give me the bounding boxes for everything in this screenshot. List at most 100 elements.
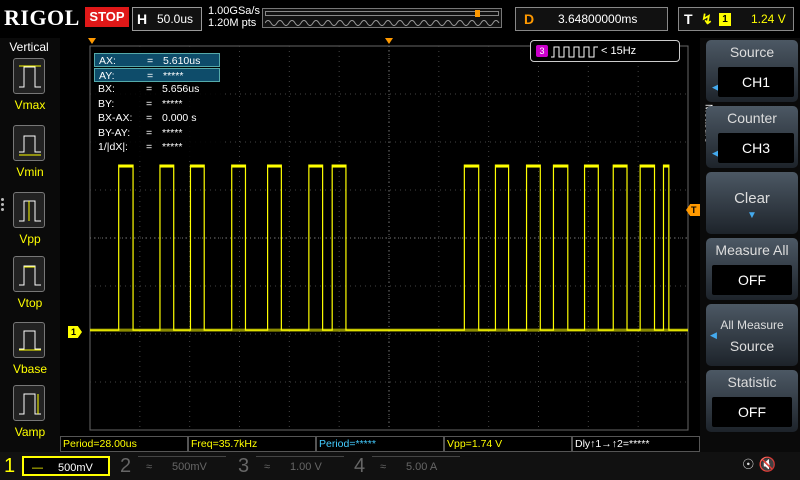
statistic-softkey[interactable]: Statistic OFF <box>706 370 798 432</box>
source-title: Source <box>729 44 775 60</box>
trigger-position-marker[interactable] <box>385 38 393 44</box>
source-value: CH1 <box>718 67 794 97</box>
channel-number: 3 <box>238 455 250 477</box>
channel-number: 1 <box>4 455 16 477</box>
memory-depth: 1.20M pts <box>208 17 257 29</box>
counter-value: < 15Hz <box>601 45 637 57</box>
cursor-key: 1/|dX|: <box>98 141 128 153</box>
chevron-down-icon: ▼ <box>747 210 757 221</box>
cursor-key: BX-AX: <box>98 112 133 124</box>
cursor-a-marker[interactable] <box>88 38 96 44</box>
channel-scale: 1.00 V <box>290 461 322 473</box>
measure-all-value: OFF <box>712 265 792 295</box>
counter-title: Counter <box>727 110 777 126</box>
trigger-level: 1.24 V <box>751 12 786 26</box>
measurement-item[interactable]: Period=***** <box>316 436 444 452</box>
horizontal-delay[interactable]: D 3.64800000ms <box>515 7 668 31</box>
cursor-value: 5.656us <box>162 83 200 95</box>
cursor-equals: = <box>146 126 153 139</box>
cursor-equals: = <box>147 55 154 67</box>
measure-vpp-button[interactable]: Vpp <box>0 190 60 254</box>
measure-menu: Measure Source ◀ CH1 Counter ◀ CH3 Clear… <box>700 38 800 452</box>
rigol-logo: RIGOL <box>4 5 80 30</box>
vmax-icon <box>13 58 45 94</box>
channel-3-tab[interactable]: 3 ≈ 1.00 V <box>238 454 346 478</box>
usb-sound-icons: ☉​ 🔇 <box>742 456 776 472</box>
delay-value: 3.64800000ms <box>558 12 638 26</box>
run-stop-indicator[interactable]: STOP <box>85 7 129 27</box>
vmax-label: Vmax <box>14 98 46 112</box>
cursor-value: 5.610us <box>163 55 201 67</box>
channel-4-box: ≈ 5.00 A <box>372 456 460 476</box>
all-measure-source-line2: Source <box>729 338 775 354</box>
channel-4-tab[interactable]: 4 ≈ 5.00 A <box>354 454 462 478</box>
cursor-value: ***** <box>162 141 183 153</box>
channel-1-box: — 500mV <box>22 456 110 476</box>
cursor-row: BY: = ***** <box>94 97 220 111</box>
vpp-icon <box>13 192 45 228</box>
cursor-equals: = <box>146 141 153 153</box>
all-measure-source-line1: All Measure <box>720 318 784 332</box>
memory-bar-track <box>265 11 499 16</box>
measure-all-softkey[interactable]: Measure All OFF <box>706 238 798 300</box>
coupling-icon: ≈ <box>146 461 153 473</box>
coupling-icon: ≈ <box>380 461 387 473</box>
measurement-item[interactable]: Dly↑1→↑2=***** <box>572 436 700 452</box>
vtop-icon <box>13 256 45 292</box>
channel-3-box: ≈ 1.00 V <box>256 456 344 476</box>
vamp-label: Vamp <box>14 425 46 439</box>
trigger-status[interactable]: T ↯ 1 1.24 V <box>678 7 794 31</box>
measurement-item[interactable]: Vpp=1.74 V <box>444 436 572 452</box>
cursor-key: AX: <box>99 55 116 67</box>
all-measure-source-softkey[interactable]: All Measure ◀ Source <box>706 304 798 366</box>
cursor-key: BY-AY: <box>98 126 131 139</box>
memory-position-marker <box>475 10 480 17</box>
trigger-channel-badge: 1 <box>719 13 731 26</box>
cursor-equals: = <box>146 112 153 124</box>
measure-vbase-button[interactable]: Vbase <box>0 320 60 384</box>
timebase-value: 50.0us <box>157 12 194 26</box>
ch1-waveform <box>90 164 688 331</box>
source-softkey[interactable]: Source ◀ CH1 <box>706 40 798 102</box>
channel-scale: 500mV <box>172 461 207 473</box>
cursor-row: BX: = 5.656us <box>94 82 220 96</box>
measure-vamp-button[interactable]: Vamp <box>0 383 60 447</box>
cursor-equals: = <box>146 97 153 110</box>
measurement-item[interactable]: Freq=35.7kHz <box>188 436 316 452</box>
vpp-label: Vpp <box>19 232 41 246</box>
cursor-equals: = <box>147 69 154 82</box>
statistic-title: Statistic <box>727 374 777 390</box>
counter-channel-badge: 3 <box>536 45 548 57</box>
cursor-row: AY: = ***** <box>94 67 220 82</box>
measure-all-title: Measure All <box>715 242 789 258</box>
cursor-equals: = <box>146 83 153 95</box>
measure-vtop-button[interactable]: Vtop <box>0 254 60 318</box>
memory-position-bar[interactable] <box>262 8 502 28</box>
counter-softkey[interactable]: Counter ◀ CH3 <box>706 106 798 168</box>
vmin-icon <box>13 125 45 161</box>
counter-value: CH3 <box>718 133 794 163</box>
vtop-label: Vtop <box>17 296 43 310</box>
sidebar-title: Vertical <box>9 40 49 54</box>
cursor-key: BY: <box>98 97 115 110</box>
horizontal-timebase[interactable]: H 50.0us <box>132 7 202 31</box>
sample-rate: 1.00GSa/s <box>208 5 260 17</box>
clear-softkey[interactable]: Clear ▼ <box>706 172 798 234</box>
cursor-readout-panel: AX: = 5.610us AY: = ***** BX: = 5.656us BY: = *****… <box>94 50 222 158</box>
trigger-label: T <box>684 11 693 27</box>
cursor-row: AX: = 5.610us <box>94 53 220 67</box>
channel-1-tab[interactable]: 1 — 500mV <box>4 454 112 478</box>
vbase-icon <box>13 322 45 358</box>
measure-vmax-button[interactable]: Vmax <box>0 56 60 120</box>
vamp-icon <box>13 385 45 421</box>
delay-label: D <box>524 11 535 27</box>
channel-2-tab[interactable]: 2 ≈ 500mV <box>120 454 228 478</box>
channel-status-bar: 1 — 500mV 2 ≈ 500mV 3 ≈ 1.00 V 4 ≈ 5.00 … <box>0 452 800 480</box>
measurement-item[interactable]: Period=28.00us <box>60 436 188 452</box>
square-wave-icon <box>551 46 598 58</box>
vbase-label: Vbase <box>12 362 48 376</box>
cursor-key: AY: <box>99 69 115 82</box>
measure-vmin-button[interactable]: Vmin <box>0 123 60 187</box>
statistic-value: OFF <box>712 397 792 427</box>
cursor-row: BX-AX: = 0.000 s <box>94 111 220 125</box>
